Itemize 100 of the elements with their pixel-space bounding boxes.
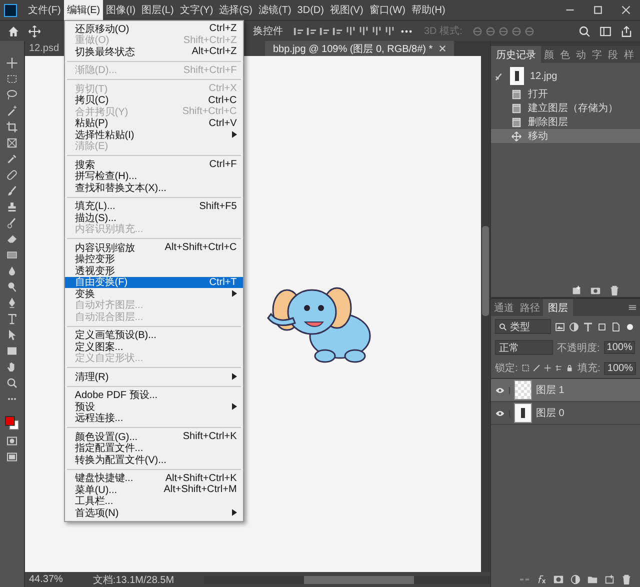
menu-entry[interactable]: 操控变形 [64, 254, 243, 265]
move-icon[interactable] [6, 57, 18, 69]
rectangle-icon[interactable] [6, 345, 18, 357]
panel-tab[interactable]: 色 [557, 46, 573, 63]
gradient-icon[interactable] [6, 249, 18, 261]
panel-menu-icon[interactable] [628, 303, 637, 312]
menu-entry[interactable]: 指定配置文件... [64, 442, 243, 454]
pen-icon[interactable] [6, 297, 18, 309]
mask-icon[interactable] [553, 574, 564, 585]
screen-mode-icon[interactable] [6, 451, 18, 463]
search-icon[interactable] [578, 24, 591, 38]
panel-tab[interactable]: 图层 [543, 299, 573, 316]
type-icon[interactable] [6, 313, 18, 325]
filter-dropdown[interactable]: 类型 [495, 319, 551, 334]
menu-entry[interactable]: 拼写检查(H)... [64, 170, 243, 182]
color-swatch-icon[interactable] [4, 415, 20, 431]
snapshot-label[interactable]: 12.jpg [530, 70, 558, 82]
layer-row[interactable]: 图层 1 [491, 379, 640, 402]
menu-item[interactable]: 帮助(H) [408, 0, 448, 21]
smart-object-filter-icon[interactable] [611, 322, 621, 332]
menu-entry[interactable]: 内容识别缩放 Alt+Shift+Ctrl+C [64, 242, 243, 254]
trash-icon[interactable] [609, 284, 620, 296]
brush-icon[interactable] [532, 363, 540, 373]
lock-pixels-icon[interactable] [522, 363, 529, 373]
menu-entry[interactable]: 颜色设置(G)... Shift+Ctrl+K [64, 431, 243, 442]
align-icon[interactable] [319, 26, 330, 36]
fill-field[interactable]: 100% [604, 362, 636, 374]
menu-item[interactable]: 文字(Y) [176, 0, 216, 21]
menu-entry[interactable]: 定义图案... [64, 341, 243, 352]
menu-entry[interactable]: 菜单(U)... Alt+Shift+Ctrl+M [64, 484, 243, 496]
layer-name[interactable]: 图层 1 [536, 383, 564, 397]
adjustment-filter-icon[interactable] [569, 322, 579, 332]
panel-tab[interactable]: 路径 [517, 299, 543, 316]
opacity-field[interactable]: 100% [604, 341, 636, 354]
menu-entry[interactable]: 工具栏... [64, 496, 243, 507]
document-tab[interactable]: bbp.jpg @ 109% (图层 0, RGB/8#) * [265, 41, 454, 56]
panel-tab[interactable]: 历史记录 [491, 46, 541, 63]
panel-tab[interactable]: 样 [621, 46, 637, 63]
eraser-icon[interactable] [6, 233, 18, 245]
menu-entry[interactable]: 描边(S)... [64, 212, 243, 224]
lock-icon[interactable] [566, 363, 574, 373]
history-brush-icon[interactable] [495, 72, 504, 80]
align-icon[interactable] [306, 26, 317, 36]
menu-item[interactable]: 视图(V) [326, 0, 366, 21]
folder-icon[interactable] [587, 574, 598, 585]
bandage-icon[interactable] [6, 169, 18, 181]
image-filter-icon[interactable] [555, 322, 565, 332]
magic-wand-icon[interactable] [6, 105, 18, 117]
menu-item[interactable]: 选择(S) [216, 0, 256, 21]
vertical-scrollbar[interactable] [481, 56, 490, 572]
panel-tab[interactable]: 通道 [491, 299, 517, 316]
new-document-icon[interactable] [571, 284, 582, 296]
menu-entry[interactable]: 查找和替换文本(X)... [64, 182, 243, 194]
menu-entry[interactable]: Adobe PDF 预设... [64, 390, 243, 401]
menu-entry[interactable]: 粘贴(P) Ctrl+V [64, 118, 243, 129]
menu-entry[interactable]: 转换为配置文件(V)... [64, 454, 243, 466]
menu-entry[interactable]: 透视变形 [64, 265, 243, 276]
align-icon[interactable] [371, 26, 382, 36]
zoom-icon[interactable] [6, 377, 18, 389]
eye-icon[interactable] [495, 410, 505, 416]
menu-item[interactable]: 图像(I) [103, 0, 139, 21]
menu-entry[interactable]: 自由变换(F) Ctrl+T [64, 276, 243, 288]
workspace-icon[interactable] [599, 24, 612, 38]
menu-entry[interactable]: 远程连接... [64, 412, 243, 424]
crop-icon[interactable] [6, 121, 18, 133]
menu-entry[interactable]: 还原移动(O) Ctrl+Z [64, 23, 243, 34]
move-icon[interactable] [28, 24, 41, 38]
panel-tab[interactable]: 段 [605, 46, 621, 63]
filter-toggle-icon[interactable] [625, 322, 635, 332]
history-state[interactable]: 建立图层（存储为） [491, 101, 640, 115]
menu-item[interactable]: 编辑(E) [64, 0, 104, 21]
history-state[interactable]: 删除图层 [491, 115, 640, 129]
history-state[interactable]: 移动 [491, 129, 640, 143]
trash-icon[interactable] [621, 574, 632, 585]
blend-mode-dropdown[interactable]: 正常 [495, 340, 553, 355]
quick-mask-icon[interactable] [6, 435, 18, 447]
eyedropper-icon[interactable] [6, 153, 18, 165]
menu-item[interactable]: 文件(F) [25, 0, 64, 21]
shape-filter-icon[interactable] [597, 322, 607, 332]
adjustment-icon[interactable] [570, 574, 581, 585]
menu-entry[interactable]: 键盘快捷键... Alt+Shift+Ctrl+K [64, 472, 243, 484]
frame-icon[interactable] [6, 137, 18, 149]
home-icon[interactable] [7, 24, 20, 38]
menu-entry[interactable]: 填充(L)... Shift+F5 [64, 200, 243, 212]
brush-icon[interactable] [6, 185, 18, 197]
menu-entry[interactable]: 切换最终状态 Alt+Ctrl+Z [64, 46, 243, 58]
align-icon[interactable] [384, 26, 395, 36]
maximize-icon[interactable] [592, 4, 604, 16]
share-icon[interactable] [620, 24, 633, 38]
history-state[interactable]: 打开 [491, 87, 640, 101]
layer-name[interactable]: 图层 0 [536, 406, 564, 420]
new-layer-icon[interactable] [604, 574, 615, 585]
lasso-icon[interactable] [6, 89, 18, 101]
dodge-icon[interactable] [6, 281, 18, 293]
menu-item[interactable]: 3D(D) [294, 0, 327, 20]
fx-icon[interactable] [536, 574, 547, 585]
move-icon[interactable] [544, 363, 552, 373]
panel-tab[interactable]: 动 [573, 46, 589, 63]
layer-row[interactable]: 图层 0 [491, 402, 640, 425]
menu-entry[interactable]: 首选项(N) [64, 507, 243, 518]
